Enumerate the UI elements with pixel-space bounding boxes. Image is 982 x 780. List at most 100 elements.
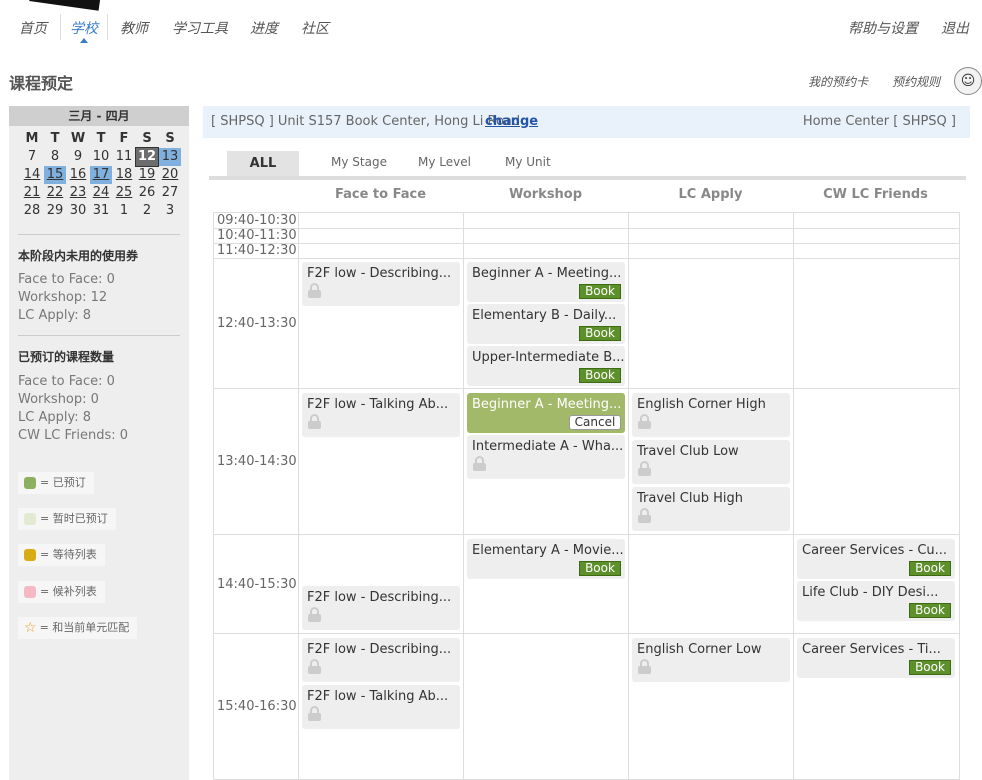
time-slot-label: 14:40-15:30 (217, 577, 297, 592)
calendar-day[interactable]: 24 (90, 184, 112, 202)
calendar-day[interactable]: 16 (67, 166, 89, 184)
class-title: Intermediate A - Wha... (472, 439, 624, 454)
legend-unit-match: ☆ = 和当前单元匹配 (18, 617, 138, 639)
class-title: F2F low - Talking Ab... (307, 397, 449, 412)
lock-icon (638, 508, 651, 523)
column-header-f2f: Face to Face (334, 187, 427, 202)
tab-my-unit[interactable]: My Unit (505, 155, 551, 169)
nav-home[interactable]: 首页 (19, 18, 47, 38)
class-card[interactable]: Travel Club High (632, 487, 790, 531)
calendar-day: 3 (165, 203, 175, 218)
calendar-weekday: S (165, 131, 175, 146)
class-card[interactable]: Career Services - Cu... Book (797, 539, 955, 579)
class-card[interactable]: Intermediate A - Wha... (467, 435, 625, 479)
tab-all[interactable]: ALL (227, 151, 299, 176)
book-button[interactable]: Book (909, 660, 951, 675)
calendar-day: 30 (69, 203, 87, 218)
calendar-day: 2 (142, 203, 152, 218)
booked-cw-lc-friends: CW LC Friends: 0 (18, 428, 129, 443)
nav-logout[interactable]: 退出 (941, 18, 969, 38)
calendar-weekday: T (96, 131, 106, 146)
calendar-day-today[interactable]: 12 (135, 147, 159, 167)
class-card[interactable]: Upper-Intermediate B... Book (467, 346, 625, 386)
class-title: English Corner Low (637, 642, 762, 657)
nav-teachers[interactable]: 教师 (120, 18, 148, 38)
calendar-day[interactable]: 14 (21, 166, 43, 184)
booked-lc-apply: LC Apply: 8 (18, 410, 91, 425)
calendar-day[interactable]: 19 (136, 166, 158, 184)
class-card[interactable]: Beginner A - Meeting... Book (467, 262, 625, 302)
class-card[interactable]: Career Services - Ti... Book (797, 638, 955, 678)
calendar-day[interactable]: 22 (44, 184, 66, 202)
calendar-day[interactable]: 18 (113, 166, 135, 184)
lock-icon (308, 706, 321, 721)
nav-school[interactable]: 学校 (70, 18, 98, 38)
nav-separator (107, 14, 108, 40)
time-slot-label: 15:40-16:30 (217, 699, 297, 714)
class-card[interactable]: Elementary B - Daily... Book (467, 304, 625, 344)
time-slot-label: 09:40-10:30 (217, 213, 297, 228)
change-center-link[interactable]: change (485, 114, 538, 129)
class-card[interactable]: Travel Club Low (632, 440, 790, 484)
book-button[interactable]: Book (909, 561, 951, 576)
nav-community[interactable]: 社区 (301, 18, 329, 38)
class-card[interactable]: F2F low - Describing... (302, 586, 460, 630)
class-card-booked[interactable]: Beginner A - Meeting... Cancel (467, 393, 625, 433)
my-booking-card-link[interactable]: 我的预约卡 (808, 73, 868, 90)
calendar-day: 1 (119, 203, 129, 218)
class-card[interactable]: Elementary A - Movie... Book (467, 539, 625, 579)
grid-line (628, 213, 629, 779)
book-button[interactable]: Book (579, 561, 621, 576)
time-slot-label: 13:40-14:30 (217, 454, 297, 469)
book-button[interactable]: Book (909, 603, 951, 618)
class-title: Career Services - Ti... (802, 642, 941, 657)
top-nav: 首页 学校 教师 学习工具 进度 社区 帮助与设置 退出 (0, 0, 982, 50)
class-title: F2F low - Describing... (307, 266, 452, 281)
calendar-day-selected[interactable]: 17 (90, 166, 112, 184)
lock-icon (308, 414, 321, 429)
calendar-day[interactable]: 20 (159, 166, 181, 184)
booked-workshop: Workshop: 0 (18, 392, 99, 407)
time-slot-label: 11:40-12:30 (217, 243, 297, 258)
calendar-day: 9 (73, 149, 83, 164)
tab-my-stage[interactable]: My Stage (331, 155, 387, 169)
tab-my-level[interactable]: My Level (418, 155, 471, 169)
class-card[interactable]: F2F low - Describing... (302, 638, 460, 682)
book-button[interactable]: Book (579, 284, 621, 299)
book-button[interactable]: Book (579, 368, 621, 383)
user-avatar-icon[interactable]: ☺ (954, 67, 982, 95)
calendar-day[interactable]: 25 (113, 184, 135, 202)
calendar-day: 31 (92, 203, 110, 218)
class-card[interactable]: Life Club - DIY Desi... Book (797, 581, 955, 621)
legend-waitlist: = 等待列表 (18, 544, 105, 566)
legend-swatch (24, 586, 36, 598)
nav-progress[interactable]: 进度 (250, 18, 278, 38)
calendar-day: 28 (23, 203, 41, 218)
booking-rules-link[interactable]: 预约规则 (892, 73, 940, 90)
legend-label: = 暂时已预订 (40, 512, 108, 525)
class-card[interactable]: F2F low - Talking Ab... (302, 393, 460, 437)
mini-calendar: M T W T F S S 7 8 9 10 11 12 13 14 15 16… (9, 126, 189, 220)
lock-icon (308, 659, 321, 674)
calendar-day-selected[interactable]: 13 (159, 148, 181, 166)
legend-label: = 等待列表 (40, 548, 97, 561)
class-card[interactable]: English Corner High (632, 393, 790, 437)
book-button[interactable]: Book (579, 326, 621, 341)
legend-standby: = 候补列表 (18, 581, 105, 603)
class-title: F2F low - Describing... (307, 590, 452, 605)
page-title: 课程预定 (9, 74, 74, 93)
calendar-day[interactable]: 23 (67, 184, 89, 202)
calendar-day[interactable]: 21 (21, 184, 43, 202)
grid-line (793, 213, 794, 779)
cancel-button[interactable]: Cancel (569, 415, 621, 430)
class-card[interactable]: F2F low - Talking Ab... (302, 685, 460, 729)
legend-label: = 和当前单元匹配 (39, 621, 130, 634)
nav-study-tools[interactable]: 学习工具 (172, 18, 228, 38)
nav-help-settings[interactable]: 帮助与设置 (848, 18, 918, 38)
grid-line (214, 258, 959, 259)
calendar-day-selected[interactable]: 15 (44, 166, 66, 184)
class-card[interactable]: English Corner Low (632, 638, 790, 682)
class-title: Travel Club Low (637, 444, 739, 459)
class-card[interactable]: F2F low - Describing... (302, 262, 460, 306)
lock-icon (473, 456, 486, 471)
